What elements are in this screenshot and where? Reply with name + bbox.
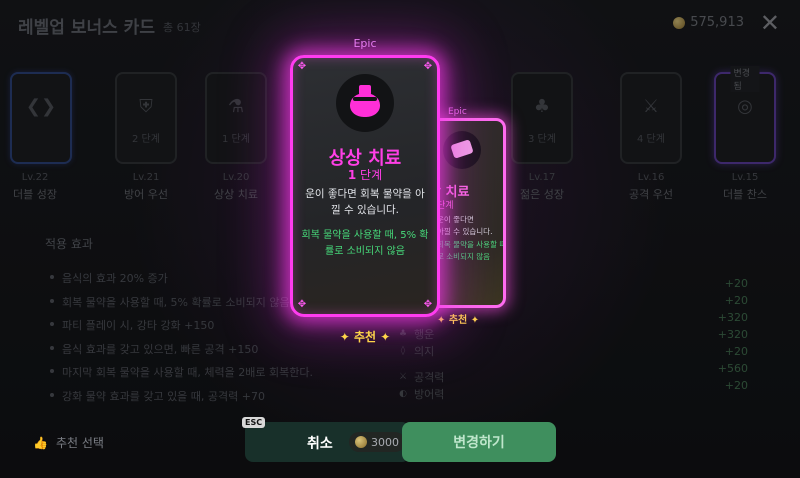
- flask-icon: [350, 85, 380, 117]
- main-card-icon-bg: [336, 74, 394, 132]
- main-card-rarity: Epic: [353, 37, 377, 50]
- second-card-desc-line: 운이 좋다면: [437, 215, 474, 224]
- second-card-desc: 운이 좋다면 아낄 수 있습니다.: [437, 214, 492, 238]
- second-card-icon-bg: [443, 131, 481, 169]
- second-card-effect: 회복 물약을 사용할 때, 로 소비되지 않음: [437, 239, 506, 263]
- main-card-stage: 1 단계: [293, 166, 437, 183]
- main-card-stage-word: 단계: [360, 168, 383, 182]
- main-card[interactable]: Epic ✥ ✥ ✥ ✥ 상상 치료 1 단계 운이 좋다면 회복 물약을 아낄…: [290, 37, 440, 344]
- second-card-effect-line: 회복 물약을 사용할 때,: [437, 240, 506, 249]
- second-card-rarity: Epic: [448, 107, 467, 117]
- recommend-select-button[interactable]: 👍 추천 선택: [33, 434, 104, 451]
- scroll-icon: [450, 139, 474, 159]
- main-card-effect: 회복 물약을 사용할 때, 5% 확률로 소비되지 않음: [301, 230, 429, 257]
- corner-ornament-icon: ✥: [297, 61, 307, 72]
- corner-ornament-icon: ✥: [297, 299, 307, 310]
- coin-icon: [355, 436, 367, 448]
- main-card-stage-number: 1: [347, 168, 357, 182]
- esc-key-hint: ESC: [242, 417, 266, 428]
- second-card-effect-line: 로 소비되지 않음: [437, 252, 491, 261]
- second-card-desc-line: 아낄 수 있습니다.: [437, 227, 493, 236]
- cancel-button[interactable]: 취소 3000: [245, 422, 410, 462]
- cancel-label: 취소: [307, 436, 333, 452]
- recommend-select-label: 추천 선택: [55, 436, 104, 450]
- second-card[interactable]: 상 치료 단계 운이 좋다면 아낄 수 있습니다. 회복 물약을 사용할 때, …: [430, 118, 506, 308]
- cost-amount: 3000: [371, 435, 399, 449]
- cost-badge: 3000: [349, 432, 405, 452]
- corner-ornament-icon: ✥: [423, 61, 433, 72]
- main-card-desc: 운이 좋다면 회복 물약을 아낄 수 있습니다.: [305, 188, 425, 216]
- change-button[interactable]: 변경하기: [402, 422, 556, 462]
- thumbs-up-icon: 👍: [33, 435, 48, 450]
- main-card-recommend: ✦ 추천 ✦: [339, 330, 391, 344]
- second-card-recommend: ✦ 추천 ✦: [437, 315, 480, 326]
- corner-ornament-icon: ✥: [423, 299, 433, 310]
